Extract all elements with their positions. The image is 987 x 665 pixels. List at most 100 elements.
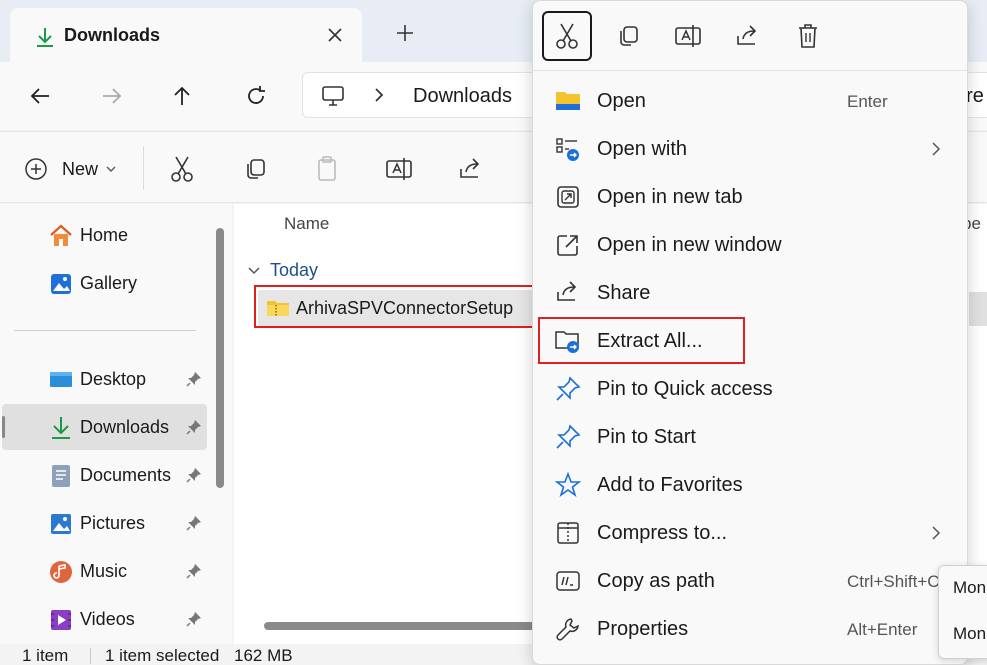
menu-item-open-in-new-window[interactable]: Open in new window bbox=[533, 221, 967, 269]
status-selected: 1 item selected bbox=[105, 646, 220, 665]
sidebar-item-label: Music bbox=[80, 560, 128, 581]
menu-item-share[interactable]: Share bbox=[533, 269, 967, 317]
menu-item-pin-to-start[interactable]: Pin to Start bbox=[533, 413, 967, 461]
close-icon bbox=[328, 28, 342, 42]
menu-item-open-with[interactable]: Open with bbox=[533, 125, 967, 173]
pin-icon[interactable] bbox=[186, 611, 202, 632]
share-button[interactable] bbox=[456, 154, 486, 184]
arrow-right-icon bbox=[103, 88, 122, 104]
new-tab-button[interactable] bbox=[392, 20, 418, 46]
chevron-down-icon bbox=[106, 166, 116, 172]
menu-item-properties[interactable]: Properties Alt+Enter bbox=[533, 605, 967, 653]
sidebar-item-label: Gallery bbox=[80, 272, 138, 293]
cut-button[interactable] bbox=[167, 154, 197, 184]
scissors-icon bbox=[556, 23, 578, 49]
sidebar-item-label: Home bbox=[80, 224, 129, 245]
download-icon bbox=[34, 26, 56, 53]
sidebar-divider bbox=[14, 330, 196, 331]
pin-icon[interactable] bbox=[186, 419, 202, 440]
delete-button[interactable] bbox=[783, 11, 833, 61]
submenu-item[interactable]: Mon bbox=[953, 578, 986, 598]
plus-circle-icon bbox=[25, 158, 47, 180]
context-menu-quick-actions bbox=[533, 1, 967, 71]
cut-button[interactable] bbox=[542, 11, 592, 61]
sidebar-item-label: Documents bbox=[80, 464, 172, 485]
share-button[interactable] bbox=[723, 11, 773, 61]
compress-icon bbox=[555, 520, 581, 546]
sidebar-item-gallery[interactable]: Gallery bbox=[2, 260, 207, 306]
share-icon bbox=[555, 280, 581, 306]
menu-item-add-to-favorites[interactable]: Add to Favorites bbox=[533, 461, 967, 509]
rename-icon bbox=[386, 158, 412, 180]
submenu-item[interactable]: Mon bbox=[953, 624, 986, 644]
horizontal-scrollbar[interactable] bbox=[264, 622, 564, 630]
menu-item-pin-to-quick-access[interactable]: Pin to Quick access bbox=[533, 365, 967, 413]
toolbar-divider bbox=[143, 146, 144, 190]
status-divider bbox=[90, 648, 91, 664]
copy-path-icon bbox=[555, 568, 581, 594]
shortcut-label: Ctrl+Shift+C bbox=[847, 572, 940, 591]
sidebar-item-home[interactable]: Home bbox=[2, 212, 207, 258]
menu-item-compress-to[interactable]: Compress to... bbox=[533, 509, 967, 557]
arrow-up-icon bbox=[174, 86, 190, 105]
share-icon bbox=[737, 25, 757, 45]
videos-icon bbox=[48, 607, 74, 633]
arrow-left-icon bbox=[30, 88, 49, 104]
close-tab-button[interactable] bbox=[322, 22, 348, 48]
pin-icon[interactable] bbox=[186, 563, 202, 584]
menu-item-open[interactable]: Open Enter bbox=[533, 77, 967, 125]
chevron-right-icon[interactable] bbox=[373, 87, 385, 108]
pin-icon[interactable] bbox=[186, 467, 202, 488]
sidebar-item-label: Videos bbox=[80, 608, 135, 629]
sidebar-item-desktop[interactable]: Desktop bbox=[2, 356, 207, 402]
row-selection-fragment bbox=[969, 292, 987, 326]
new-tab-icon bbox=[555, 184, 581, 210]
new-button-label: New bbox=[62, 158, 99, 179]
pin-icon[interactable] bbox=[186, 515, 202, 536]
back-button[interactable] bbox=[24, 80, 56, 112]
pin-icon bbox=[555, 376, 581, 402]
refresh-icon bbox=[248, 86, 265, 104]
new-window-icon bbox=[555, 232, 581, 258]
sidebar-item-label: Pictures bbox=[80, 512, 146, 533]
star-icon bbox=[554, 471, 582, 498]
status-size: 162 MB bbox=[234, 646, 293, 665]
copy-button[interactable] bbox=[603, 11, 653, 61]
sidebar-item-documents[interactable]: Documents bbox=[2, 452, 207, 498]
pin-icon[interactable] bbox=[186, 371, 202, 392]
sidebar-item-downloads[interactable]: Downloads bbox=[2, 404, 207, 450]
tab-downloads[interactable]: Downloads bbox=[10, 8, 362, 62]
copy-button[interactable] bbox=[240, 154, 270, 184]
copy-icon bbox=[620, 26, 638, 46]
up-button[interactable] bbox=[166, 80, 198, 112]
forward-button[interactable] bbox=[96, 80, 128, 112]
menu-item-open-in-new-tab[interactable]: Open in new tab bbox=[533, 173, 967, 221]
clipboard-icon bbox=[318, 156, 336, 181]
column-header-name[interactable]: Name bbox=[284, 214, 329, 234]
sidebar-item-videos[interactable]: Videos bbox=[2, 596, 207, 642]
submenu: Mon Mon bbox=[938, 565, 987, 659]
share-icon bbox=[460, 158, 480, 178]
wrench-icon bbox=[555, 616, 581, 642]
paste-button[interactable] bbox=[312, 154, 342, 184]
chevron-right-icon bbox=[931, 525, 941, 546]
desktop-icon bbox=[48, 367, 74, 393]
gallery-icon bbox=[48, 271, 74, 297]
sidebar-item-music[interactable]: Music bbox=[2, 548, 207, 594]
rename-button[interactable] bbox=[663, 11, 713, 61]
home-icon bbox=[48, 223, 74, 249]
rename-button[interactable] bbox=[384, 154, 414, 184]
open-with-icon bbox=[555, 136, 581, 162]
new-button[interactable]: New bbox=[24, 154, 116, 184]
computer-icon bbox=[321, 85, 345, 112]
pin-icon bbox=[555, 424, 581, 450]
menu-item-copy-as-path[interactable]: Copy as path Ctrl+Shift+C bbox=[533, 557, 967, 605]
navigation-pane: Home Gallery Desktop Downloads Documents… bbox=[0, 204, 232, 644]
download-icon bbox=[48, 415, 74, 441]
sidebar-item-pictures[interactable]: Pictures bbox=[2, 500, 207, 546]
refresh-button[interactable] bbox=[240, 80, 272, 112]
group-header-today[interactable]: Today bbox=[248, 260, 318, 281]
breadcrumb-downloads[interactable]: Downloads bbox=[413, 85, 512, 108]
sidebar-scrollbar[interactable] bbox=[216, 228, 224, 488]
rename-icon bbox=[675, 25, 701, 47]
